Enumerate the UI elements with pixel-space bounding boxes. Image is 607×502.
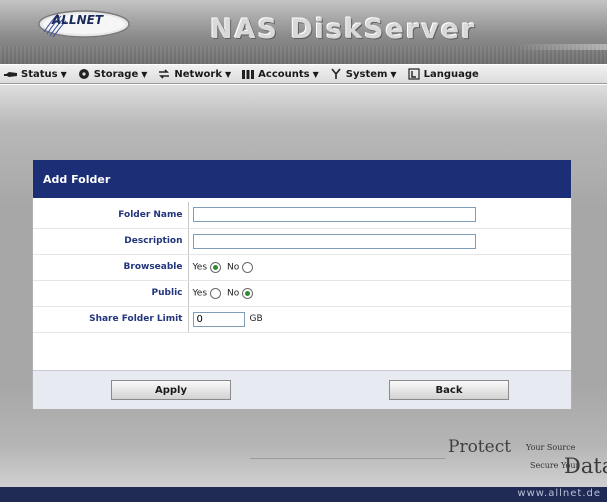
row-description: Description (33, 228, 571, 255)
header-accent (517, 44, 607, 50)
menu-language[interactable]: Language (407, 68, 479, 80)
back-button[interactable]: Back (389, 380, 509, 400)
tagline-data: Data (564, 454, 607, 478)
row-public: Public Yes No (33, 280, 571, 307)
row-share-limit: Share Folder Limit GB (33, 306, 571, 333)
public-label: Public (33, 280, 189, 307)
menu-status-label: Status (21, 68, 58, 80)
browseable-no-label: No (227, 262, 240, 272)
product-title: NAS DiskServer (210, 14, 477, 45)
system-icon (331, 68, 341, 79)
add-folder-form: Folder Name Description Browseable Yes No… (33, 202, 571, 333)
language-icon (407, 68, 420, 80)
folder-name-input[interactable] (192, 207, 476, 223)
status-icon (4, 72, 17, 77)
description-label: Description (33, 228, 189, 255)
browseable-yes-radio[interactable] (210, 261, 222, 273)
public-yes-label: Yes (192, 288, 208, 298)
menu-storage-label: Storage (93, 68, 139, 80)
chevron-down-icon: ▼ (60, 69, 67, 79)
browseable-no-radio[interactable] (242, 261, 254, 273)
dialog-button-bar: Apply Back (33, 370, 571, 409)
main-menu-bar: Status ▼ Storage ▼ Network ▼ Accounts ▼ … (0, 64, 607, 84)
share-limit-input[interactable] (192, 311, 245, 327)
chevron-down-icon: ▼ (141, 69, 148, 79)
row-folder-name: Folder Name (33, 202, 571, 229)
row-browseable: Browseable Yes No (33, 254, 571, 281)
network-icon (159, 69, 170, 79)
brand-tagline: Protect Your Source Secure Your Data (448, 437, 607, 483)
accounts-icon (242, 70, 255, 79)
menu-system-label: System (345, 68, 388, 80)
public-no-label: No (227, 288, 240, 298)
footer-url[interactable]: www.allnet.de (517, 488, 601, 499)
browseable-yes-label: Yes (192, 262, 208, 272)
menu-storage[interactable]: Storage ▼ (77, 68, 148, 80)
share-limit-unit: GB (249, 314, 263, 324)
chevron-down-icon: ▼ (390, 69, 397, 79)
description-input[interactable] (192, 233, 476, 249)
page-footer: www.allnet.de (0, 487, 607, 502)
tagline-protect: Protect (448, 437, 512, 457)
header-stripe (0, 46, 607, 64)
menu-network-label: Network (174, 68, 223, 80)
app-header: ALLNET NAS DiskServer (0, 0, 607, 64)
tagline-your-source: Your Source (526, 443, 576, 452)
menu-network[interactable]: Network ▼ (157, 68, 231, 80)
browseable-label: Browseable (33, 254, 189, 281)
menu-system[interactable]: System ▼ (329, 68, 397, 80)
storage-icon (78, 69, 89, 79)
apply-button[interactable]: Apply (111, 380, 231, 400)
chevron-down-icon: ▼ (312, 69, 319, 79)
add-folder-dialog: Add Folder Folder Name Description Brows… (32, 159, 572, 409)
chevron-down-icon: ▼ (225, 69, 232, 79)
menu-status[interactable]: Status ▼ (4, 68, 67, 80)
tagline-divider (250, 458, 445, 459)
folder-name-label: Folder Name (33, 202, 189, 229)
logo-text: ALLNET (52, 13, 104, 27)
content-area: Add Folder Folder Name Description Brows… (0, 85, 607, 487)
menu-accounts-label: Accounts (258, 68, 310, 80)
menu-language-label: Language (423, 68, 479, 80)
public-no-radio[interactable] (242, 287, 254, 299)
menu-accounts[interactable]: Accounts ▼ (241, 68, 319, 80)
public-yes-radio[interactable] (210, 287, 222, 299)
share-limit-label: Share Folder Limit (33, 306, 189, 333)
dialog-title: Add Folder (33, 160, 571, 198)
